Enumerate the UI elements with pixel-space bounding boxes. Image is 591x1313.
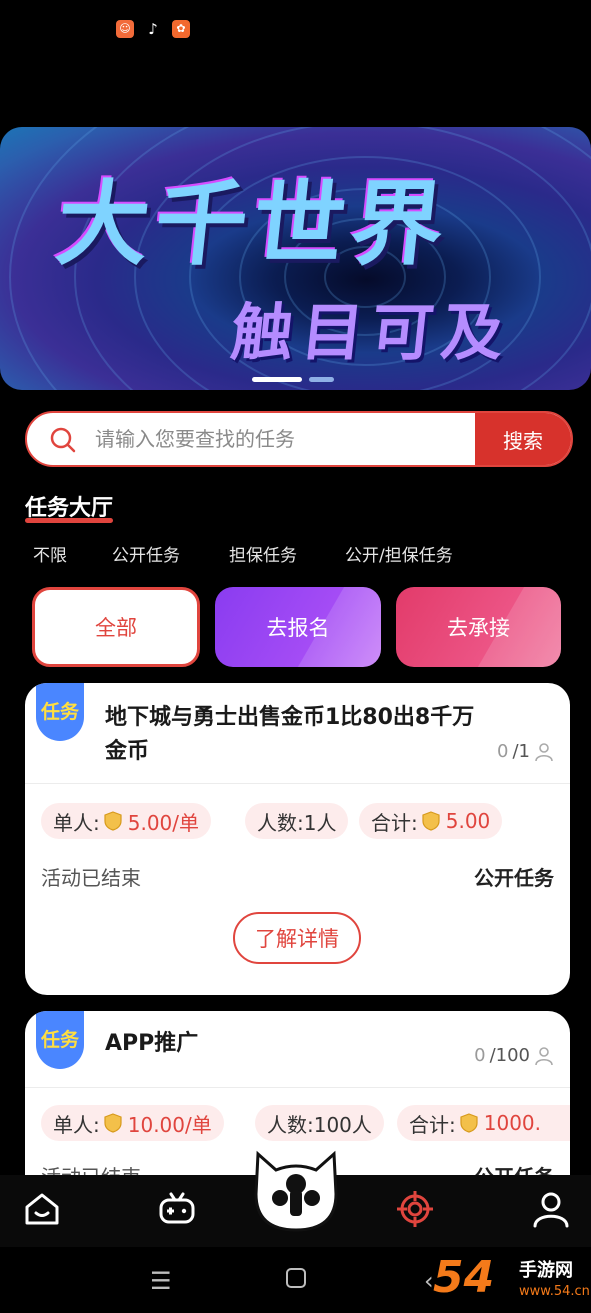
search-input[interactable] — [95, 413, 475, 465]
per-person-label: 单人: — [53, 810, 100, 835]
task-badge: 任务 — [36, 1011, 84, 1069]
watermark-url: www.54.cn — [519, 1284, 590, 1299]
per-person-pill: 单人: 10.00/单 — [41, 1105, 224, 1141]
category-signup-button[interactable]: 去报名 — [215, 587, 381, 667]
recent-apps-icon[interactable]: ☰ — [150, 1267, 172, 1295]
watermark-site-name: 手游网 — [519, 1260, 573, 1281]
search-bar: 搜索 — [25, 411, 573, 467]
task-type: 公开任务 — [474, 866, 554, 890]
category-all-button[interactable]: 全部 — [32, 587, 200, 667]
search-icon — [50, 427, 76, 453]
task-total-count: /1 — [512, 741, 530, 762]
category-all-label: 全部 — [95, 616, 137, 640]
per-person-price: 10.00/单 — [127, 1112, 212, 1137]
game-controller-icon[interactable] — [157, 1189, 197, 1229]
banner-title: 大千世界 — [51, 170, 455, 278]
home-icon[interactable] — [22, 1189, 62, 1229]
total-price: 1000. — [483, 1111, 542, 1135]
search-button[interactable]: 搜索 — [475, 413, 571, 465]
category-signup-label: 去报名 — [266, 616, 330, 640]
coin-shield-icon — [460, 1113, 478, 1133]
home-button-icon[interactable] — [285, 1267, 307, 1289]
site-watermark: 54 手游网 www.54.cn — [431, 1252, 591, 1310]
task-done-count: 0 — [497, 741, 509, 762]
task-total-count: /100 — [489, 1045, 530, 1066]
coin-shield-icon — [104, 811, 122, 831]
task-badge: 任务 — [36, 683, 84, 741]
category-accept-label: 去承接 — [447, 616, 510, 640]
category-accept-button[interactable]: 去承接 — [396, 587, 561, 667]
card-divider — [25, 1087, 570, 1088]
coin-shield-icon — [104, 1113, 122, 1133]
people-count: 人数:100人 — [267, 1112, 372, 1137]
total-pill: 合计: 1000. — [397, 1105, 570, 1141]
task-status: 活动已结束 — [41, 866, 141, 890]
app-notification-icon-2: ✿ — [172, 20, 190, 38]
people-pill: 人数:1人 — [245, 803, 349, 839]
filter-tab-unlimited[interactable]: 不限 — [33, 541, 67, 566]
task-done-count: 0 — [474, 1045, 486, 1066]
per-person-price: 5.00/单 — [127, 810, 200, 835]
total-price: 5.00 — [445, 809, 491, 833]
task-progress: 0/1 — [497, 741, 554, 762]
card-divider — [25, 783, 570, 784]
status-bar: ☺ ♪ ✿ — [0, 0, 591, 60]
per-person-pill: 单人: 5.00/单 — [41, 803, 212, 839]
task-title: 地下城与勇士出售金币1比80出8千万金币 — [105, 705, 475, 764]
filter-tab-public-guaranteed[interactable]: 公开/担保任务 — [345, 541, 453, 566]
user-icon — [535, 742, 553, 761]
filter-tab-guaranteed[interactable]: 担保任务 — [229, 541, 297, 566]
banner-subtitle: 触目可及 — [227, 296, 516, 369]
people-count: 人数:1人 — [257, 810, 337, 835]
user-icon — [535, 1046, 553, 1065]
target-icon[interactable] — [395, 1189, 435, 1229]
carousel-dot-active[interactable] — [252, 377, 302, 382]
total-label: 合计: — [409, 1112, 456, 1137]
task-title: APP推广 — [105, 1031, 199, 1056]
total-label: 合计: — [371, 810, 418, 835]
filter-tab-public[interactable]: 公开任务 — [112, 541, 180, 566]
profile-icon[interactable] — [531, 1189, 571, 1229]
task-progress: 0/100 — [474, 1045, 554, 1066]
details-button[interactable]: 了解详情 — [233, 912, 361, 964]
per-person-label: 单人: — [53, 1112, 100, 1137]
app-notification-icon: ☺ — [116, 20, 134, 38]
tiktok-icon: ♪ — [148, 20, 158, 38]
task-card[interactable]: 任务 地下城与勇士出售金币1比80出8千万金币 0/1 单人: 5.00/单 人… — [25, 683, 570, 995]
carousel-dot[interactable] — [309, 377, 334, 382]
total-pill: 合计: 5.00 — [359, 803, 503, 839]
people-pill: 人数:100人 — [255, 1105, 384, 1141]
watermark-logo-number: 54 — [433, 1252, 495, 1303]
coin-shield-icon — [422, 811, 440, 831]
section-underline — [25, 518, 113, 523]
center-mascot-icon[interactable] — [250, 1148, 342, 1234]
